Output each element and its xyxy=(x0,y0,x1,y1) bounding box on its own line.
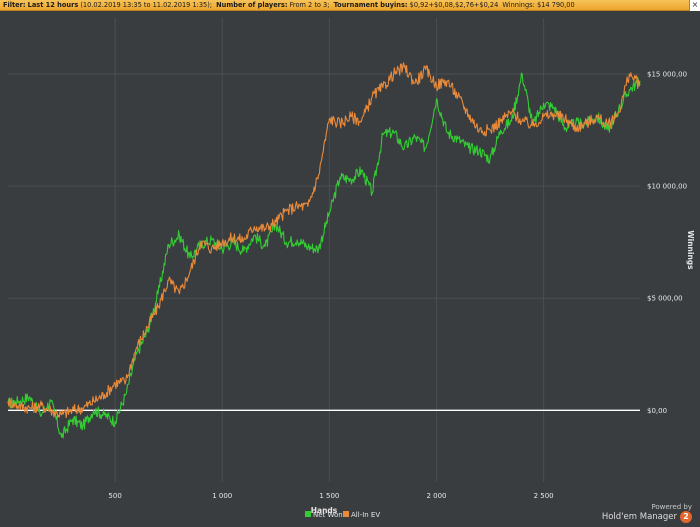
legend-swatch xyxy=(305,511,311,517)
legend: Net Won All-In EV xyxy=(305,511,380,519)
filter-key-players: Number of players: xyxy=(216,1,288,9)
y-axis-label: Winnings xyxy=(686,230,695,270)
filter-key-buyins: Tournament buyins: xyxy=(333,1,408,9)
filter-label: Filter: xyxy=(3,1,26,9)
filter-key-winnings: Winnings: xyxy=(502,1,535,9)
brand-name: Hold'em Manager xyxy=(601,512,677,522)
y-tick-label: $0,00 xyxy=(647,407,667,415)
filter-bar: Filter: Last 12 hours (10.02.2019 13:35 … xyxy=(0,0,700,11)
winnings-chart: 500 1 000 1 500 2 000 2 500 $0,00 $5 000,00 $10… xyxy=(7,18,695,519)
filter-value-period: (10.02.2019 13:35 to 11.02.2019 1:35); xyxy=(80,1,213,9)
legend-swatch xyxy=(343,511,349,517)
y-tick-label: $10 000,00 xyxy=(647,183,687,191)
filter-value-buyins: $0,92+$0,08,$2,76+$0,24 xyxy=(409,1,499,9)
legend-label: All-In EV xyxy=(351,511,380,519)
powered-by-text: Powered by xyxy=(651,503,692,511)
branding: Powered by Hold'em Manager 2 xyxy=(602,503,692,523)
y-tick-label: $5 000,00 xyxy=(647,295,683,303)
x-tick-label: 1 500 xyxy=(319,492,339,500)
filter-key-period: Last 12 hours xyxy=(27,1,79,9)
x-tick-label: 2 500 xyxy=(534,492,554,500)
holdem-manager-logo-icon: 2 xyxy=(680,511,692,523)
close-filter-button[interactable]: × xyxy=(689,0,700,11)
x-tick-label: 1 000 xyxy=(212,492,232,500)
filter-value-winnings: $14 790,00 xyxy=(536,1,575,9)
x-tick-label: 2 000 xyxy=(426,492,446,500)
x-tick-label: 500 xyxy=(108,492,121,500)
filter-value-players: From 2 to 3; xyxy=(289,1,330,9)
y-tick-label: $15 000,00 xyxy=(647,71,687,79)
legend-label: Net Won xyxy=(313,511,343,519)
